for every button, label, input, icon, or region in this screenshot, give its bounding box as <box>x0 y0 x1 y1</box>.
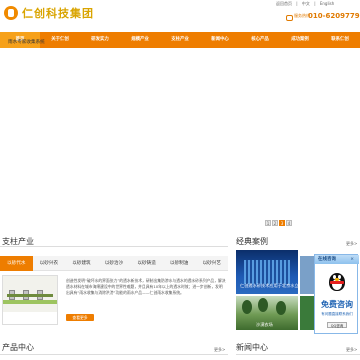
chat-free-label[interactable]: 免费咨询 <box>315 299 359 310</box>
cases-more-link[interactable]: 更多> <box>346 241 357 247</box>
hotline: 服务热线 010-62097799 <box>286 12 360 24</box>
main-nav: 首页 关于仁创 研发实力 规模产业 支柱产业 新闻中心 核心产品 成功案例 联系… <box>0 32 360 48</box>
chinese-link[interactable]: 中文 <box>302 1 310 6</box>
banner-pagination: 1 2 3 4 <box>265 220 292 226</box>
online-chat-widget: 在线咨询 × 免费咨询 有问题直接联系我们 QQ咨询 <box>314 254 359 334</box>
close-icon[interactable]: × <box>350 255 354 264</box>
nav-item-scale-industry[interactable]: 规模产业 <box>120 32 160 48</box>
separator: | <box>314 1 316 6</box>
chat-subtitle: 有问题直接联系我们 <box>321 312 353 316</box>
banner-slider[interactable] <box>0 48 360 232</box>
nav-item-cases[interactable]: 成功案例 <box>280 32 320 48</box>
tab-sand-desert[interactable]: 以砂治沙 <box>98 256 131 271</box>
products-section-title: 产品中心 <box>2 343 34 352</box>
products-more-link[interactable]: 更多> <box>214 347 225 353</box>
site-logo-text[interactable]: 仁创科技集团 <box>22 5 94 21</box>
top-links: 返回首页 | 中文 | English <box>276 1 337 7</box>
case-caption: 仁创透水砂技术应用于北京水立方 <box>240 283 303 288</box>
tree-shape <box>242 300 252 314</box>
view-more-button[interactable]: 查看更多 <box>66 314 94 321</box>
divider <box>236 354 360 355</box>
qq-chat-button[interactable]: QQ咨询 <box>327 322 347 328</box>
nav-item-pillar-industry[interactable]: 支柱产业 <box>160 32 200 48</box>
image-caption-bar <box>3 312 57 324</box>
case-image-side[interactable] <box>300 256 314 294</box>
header: 仁创科技集团 返回首页 | 中文 | English 服务热线 010-6209… <box>0 0 360 32</box>
tab-sand-agriculture[interactable]: 以砂兴农 <box>33 256 66 271</box>
logo-icon[interactable] <box>4 6 18 20</box>
industry-image[interactable] <box>2 275 58 325</box>
tab-sand-oil[interactable]: 以砂制油 <box>163 256 196 271</box>
nav-item-about[interactable]: 关于仁创 <box>40 32 80 48</box>
banner-dot[interactable]: 1 <box>265 220 271 226</box>
grass-shape <box>3 300 57 304</box>
hotline-number: 010-62097799 <box>308 12 360 20</box>
phone-icon <box>286 15 293 21</box>
nav-item-products[interactable]: 核心产品 <box>240 32 280 48</box>
tree-shape <box>276 301 286 315</box>
separator: | <box>296 1 298 6</box>
tree-shape <box>258 298 268 312</box>
nav-item-contact[interactable]: 联系仁创 <box>320 32 360 48</box>
industry-description: 创造性发明“破坏水的界面张力”的透水新技术，研制出集防渗水与透水的透水砂系列产品… <box>66 278 226 295</box>
case-image-side[interactable] <box>300 296 314 330</box>
pipe-shape <box>7 294 53 297</box>
industry-image-caption: 雨水专家收集系统 <box>8 40 45 45</box>
qq-penguin-icon[interactable] <box>327 269 347 293</box>
home-link[interactable]: 返回首页 <box>276 1 292 6</box>
english-link[interactable]: English <box>320 1 334 6</box>
nav-item-research[interactable]: 研发实力 <box>80 32 120 48</box>
banner-dot[interactable]: 2 <box>272 220 278 226</box>
building-shape <box>244 260 290 284</box>
case-caption: 沙漠农场 <box>256 322 273 327</box>
tab-sand-art[interactable]: 以砂兴艺 <box>195 256 228 271</box>
industry-tabs: 以砂代水 以砂兴农 以砂建筑 以砂治沙 以砂铸造 以砂制油 以砂兴艺 <box>0 256 228 271</box>
tab-sand-water[interactable]: 以砂代水 <box>0 256 33 271</box>
tab-sand-casting[interactable]: 以砂铸造 <box>130 256 163 271</box>
banner-dot[interactable]: 4 <box>286 220 292 226</box>
news-section-title: 新闻中心 <box>236 343 268 352</box>
banner-dot-active[interactable]: 3 <box>279 220 285 226</box>
cases-section-title: 经典案例 <box>236 237 268 246</box>
nav-item-news[interactable]: 新闻中心 <box>200 32 240 48</box>
divider <box>0 354 228 355</box>
tab-sand-building[interactable]: 以砂建筑 <box>65 256 98 271</box>
news-more-link[interactable]: 更多> <box>346 347 357 353</box>
